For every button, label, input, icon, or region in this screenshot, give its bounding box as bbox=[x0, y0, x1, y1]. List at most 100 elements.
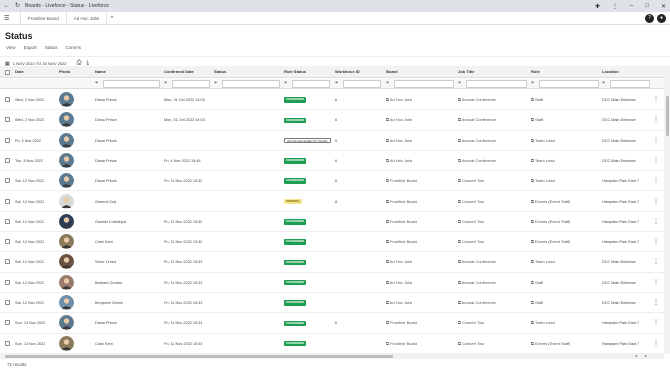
add-tab-icon[interactable]: + bbox=[110, 15, 114, 21]
column-header-confirmed-date[interactable]: Confirmed Date bbox=[164, 66, 194, 78]
table-row[interactable]: Sat, 12 Nov 2022 Barbara Gordon Fri, 11 No… bbox=[0, 273, 664, 293]
column-header-workforce-id[interactable]: Workforce ID bbox=[335, 66, 360, 78]
role-link[interactable]: Team Lead bbox=[535, 320, 555, 325]
job-title-filter-input[interactable] bbox=[466, 80, 527, 88]
filter-icon[interactable]: ⏷ bbox=[95, 80, 99, 85]
board-filter-input[interactable] bbox=[394, 80, 454, 88]
role-filter-input[interactable] bbox=[539, 80, 599, 88]
role-link[interactable]: Events (Event Staff) bbox=[535, 239, 571, 244]
role-status-filter-input[interactable] bbox=[292, 80, 330, 88]
table-row[interactable]: Tue, 8 Nov 2022 Diana Prince Fri, 4 Nov 20… bbox=[0, 151, 664, 172]
job-title-link[interactable]: Concert Two bbox=[462, 239, 484, 244]
row-actions-kebab-icon[interactable]: ⋮ bbox=[653, 110, 659, 130]
job-title-link[interactable]: Concert Two bbox=[462, 178, 484, 183]
close-icon[interactable]: ✕ bbox=[661, 3, 666, 10]
vertical-scrollbar[interactable] bbox=[664, 66, 670, 354]
name-filter-input[interactable] bbox=[103, 80, 160, 88]
maximize-icon[interactable]: □ bbox=[645, 3, 649, 10]
filter-icon[interactable]: ⏷ bbox=[284, 80, 288, 85]
job-title-link[interactable]: Annual Conference bbox=[462, 300, 496, 305]
board-link[interactable]: Ad Hoc Jobs bbox=[390, 158, 413, 163]
cell-name[interactable]: Victor Creed bbox=[95, 252, 116, 272]
filter-icon[interactable]: ⏷ bbox=[602, 80, 606, 85]
role-link[interactable]: Events (Event Staff) bbox=[535, 199, 571, 204]
board-link[interactable]: Ad Hoc Jobs bbox=[390, 280, 413, 285]
row-actions-kebab-icon[interactable]: ⋮ bbox=[653, 334, 659, 354]
filter-icon[interactable]: ⏷ bbox=[214, 80, 218, 85]
board-link[interactable]: Ad Hoc Jobs bbox=[390, 259, 413, 264]
filter-icon[interactable]: ⏷ bbox=[164, 80, 168, 85]
reload-icon[interactable]: ↻ bbox=[15, 0, 20, 12]
horizontal-scrollbar[interactable]: ◂ ▸ bbox=[0, 353, 664, 359]
board-link[interactable]: Frontline Board bbox=[390, 320, 417, 325]
row-actions-kebab-icon[interactable]: ⋮ bbox=[653, 90, 659, 110]
table-row[interactable]: Wed, 2 Nov 2022 Diana Prince Mon, 31 Oct 2… bbox=[0, 110, 664, 131]
hamburger-menu-icon[interactable]: ☰ bbox=[4, 15, 14, 22]
job-title-link[interactable]: Annual Conference bbox=[462, 138, 496, 143]
role-link[interactable]: Staff bbox=[535, 280, 543, 285]
role-link[interactable]: Team Lead bbox=[535, 138, 555, 143]
avatar[interactable] bbox=[59, 173, 74, 189]
job-title-link[interactable]: Annual Conference bbox=[462, 97, 496, 102]
row-checkbox[interactable] bbox=[5, 279, 10, 285]
row-checkbox[interactable] bbox=[5, 198, 10, 204]
workforce-id-filter-input[interactable] bbox=[343, 80, 381, 88]
table-row[interactable]: Sat, 12 Nov 2022 Diana Prince Fri, 11 Nov … bbox=[0, 171, 664, 192]
tab-ad-hoc-jobs[interactable]: Ad Hoc Jobs bbox=[65, 11, 108, 25]
avatar[interactable] bbox=[59, 295, 74, 310]
confirmed-date-filter-input[interactable] bbox=[172, 80, 210, 88]
role-link[interactable]: Staff bbox=[535, 117, 543, 122]
job-title-link[interactable]: Concert Two bbox=[462, 341, 484, 346]
avatar[interactable] bbox=[59, 274, 74, 290]
board-link[interactable]: Ad Hoc Jobs bbox=[390, 97, 413, 102]
board-link[interactable]: Frontline Board bbox=[390, 199, 417, 204]
cell-name[interactable]: Oswald Cobblepot bbox=[95, 212, 126, 232]
table-row[interactable]: Wed, 2 Nov 2022 Diana Prince Mon, 31 Oct 2… bbox=[0, 90, 664, 111]
cell-name[interactable]: Diana Prince bbox=[95, 131, 117, 151]
role-link[interactable]: Team Lead bbox=[535, 178, 555, 183]
menu-status[interactable]: Status bbox=[45, 45, 58, 50]
role-link[interactable]: Staff bbox=[535, 97, 543, 102]
table-row[interactable]: Sat, 12 Nov 2022 General Zod PENDING 8 ⧉ Fro… bbox=[0, 192, 664, 212]
column-header-photo[interactable]: Photo bbox=[59, 66, 70, 78]
browser-menu-icon[interactable]: ⋮ bbox=[612, 3, 618, 10]
row-checkbox[interactable] bbox=[5, 300, 10, 305]
column-header-name[interactable]: Name bbox=[95, 66, 106, 78]
column-header-date[interactable]: Date bbox=[15, 66, 24, 78]
row-actions-kebab-icon[interactable]: ⋮ bbox=[653, 192, 659, 212]
row-checkbox[interactable] bbox=[5, 340, 10, 346]
filter-icon[interactable]: ⏷ bbox=[531, 80, 535, 85]
cell-name[interactable]: Clark Kent bbox=[95, 334, 113, 354]
row-actions-kebab-icon[interactable]: ⋮ bbox=[653, 232, 659, 252]
job-title-link[interactable]: Annual Conference bbox=[462, 259, 496, 264]
row-checkbox[interactable] bbox=[5, 239, 10, 245]
board-link[interactable]: Frontline Board bbox=[390, 341, 417, 346]
job-title-link[interactable]: Annual Conference bbox=[462, 280, 496, 285]
board-link[interactable]: Ad Hoc Jobs bbox=[390, 138, 413, 143]
job-title-link[interactable]: Concert Two bbox=[462, 320, 484, 325]
avatar[interactable] bbox=[59, 112, 74, 128]
job-title-link[interactable]: Annual Conference bbox=[462, 158, 496, 163]
table-row[interactable]: Sun, 13 Nov 2022 Clark Kent Fri, 11 Nov 20… bbox=[0, 334, 664, 354]
column-header-role[interactable]: Role bbox=[531, 66, 540, 78]
location-filter-input[interactable] bbox=[610, 80, 650, 88]
board-link[interactable]: Frontline Board bbox=[390, 219, 417, 224]
table-row[interactable]: Sun, 13 Nov 2022 Diana Prince Fri, 11 Nov … bbox=[0, 313, 664, 334]
job-title-link[interactable]: Annual Conference bbox=[462, 117, 496, 122]
cell-name[interactable]: Diana Prince bbox=[95, 110, 117, 130]
menu-view[interactable]: View bbox=[6, 45, 16, 50]
minimize-icon[interactable]: – bbox=[630, 3, 633, 10]
avatar[interactable] bbox=[59, 335, 74, 351]
role-link[interactable]: Team Lead bbox=[535, 158, 555, 163]
extensions-icon[interactable]: ✚ bbox=[595, 3, 600, 10]
menu-comms[interactable]: Comms bbox=[65, 45, 81, 50]
back-arrow-icon[interactable]: ← bbox=[4, 0, 10, 12]
row-actions-kebab-icon[interactable]: ⋮ bbox=[653, 131, 659, 151]
column-header-board[interactable]: Board bbox=[386, 66, 398, 78]
column-header-status[interactable]: Status bbox=[214, 66, 226, 78]
cell-name[interactable]: Clark Kent bbox=[95, 232, 113, 252]
avatar[interactable] bbox=[59, 213, 74, 229]
cell-name[interactable]: Benjamin Grimm bbox=[95, 293, 123, 313]
column-header-job-title[interactable]: Job Title bbox=[458, 66, 474, 78]
row-actions-kebab-icon[interactable]: ⋮ bbox=[653, 171, 659, 191]
